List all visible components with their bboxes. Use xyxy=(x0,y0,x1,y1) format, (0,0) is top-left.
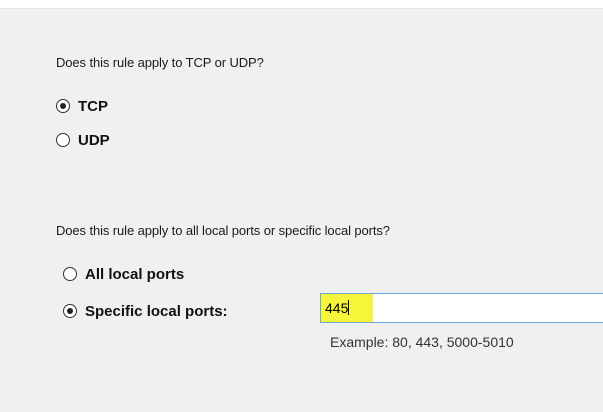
specific-ports-radio-label[interactable]: Specific local ports: xyxy=(85,303,228,320)
udp-radio-label[interactable]: UDP xyxy=(78,132,110,149)
specific-ports-input[interactable]: 445 xyxy=(320,293,603,323)
all-ports-radio-button[interactable] xyxy=(63,267,77,281)
all-ports-radio-option[interactable]: All local ports xyxy=(63,264,184,284)
port-value-text: 445 xyxy=(325,300,349,316)
specific-ports-radio-option[interactable]: Specific local ports: xyxy=(63,301,228,321)
all-ports-radio-label[interactable]: All local ports xyxy=(85,266,184,283)
ports-example-hint: Example: 80, 443, 5000-5010 xyxy=(330,334,514,350)
top-strip xyxy=(0,0,603,8)
protocol-question: Does this rule apply to TCP or UDP? xyxy=(56,55,264,70)
wizard-panel: Does this rule apply to TCP or UDP? TCP … xyxy=(0,8,603,412)
tcp-radio-button[interactable] xyxy=(56,99,70,113)
tcp-radio-label[interactable]: TCP xyxy=(78,98,108,115)
specific-ports-radio-button[interactable] xyxy=(63,304,77,318)
port-value-wrapper: 445 xyxy=(325,300,350,316)
ports-question: Does this rule apply to all local ports … xyxy=(56,223,390,238)
text-caret xyxy=(348,300,350,315)
tcp-radio-option[interactable]: TCP xyxy=(56,96,108,116)
udp-radio-button[interactable] xyxy=(56,133,70,147)
udp-radio-option[interactable]: UDP xyxy=(56,130,110,150)
